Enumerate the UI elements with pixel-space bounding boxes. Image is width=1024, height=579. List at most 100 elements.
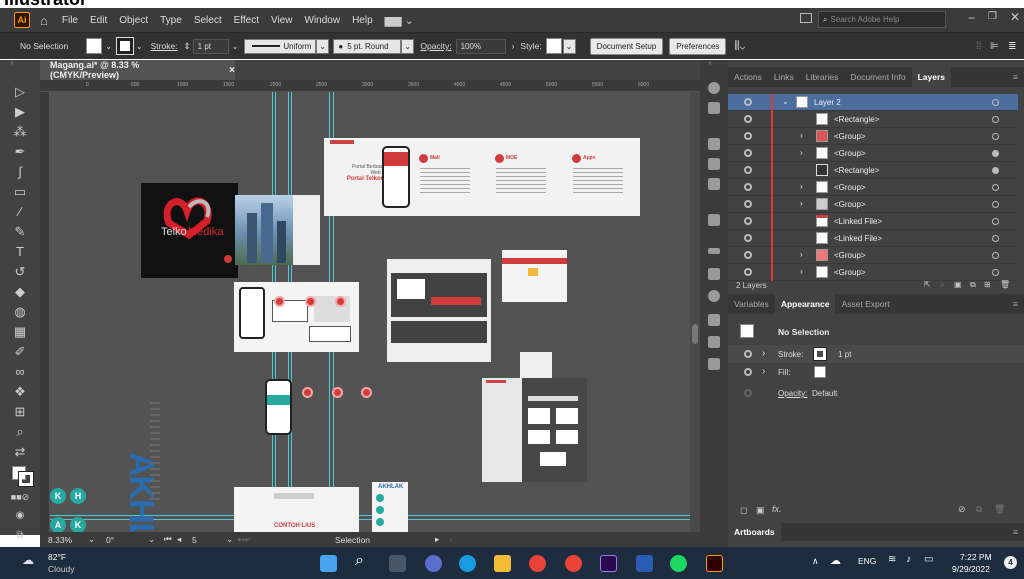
volume-icon[interactable]: ♪ (906, 554, 911, 565)
horizontal-ruler[interactable]: 0 500 1000 1500 2000 2500 3000 3500 4000… (40, 80, 700, 92)
menu-help[interactable]: Help (352, 15, 373, 26)
visibility-eye-icon[interactable] (744, 368, 752, 376)
opacity-label[interactable]: Opacity: (420, 41, 451, 51)
target-circle-icon[interactable] (992, 167, 999, 174)
tab-artboards[interactable]: Artboards (728, 523, 781, 541)
color-guide-icon[interactable] (708, 82, 720, 94)
target-circle-icon[interactable] (992, 150, 999, 157)
add-stroke-icon[interactable]: ◻ (740, 505, 747, 516)
visibility-eye-icon[interactable] (744, 389, 752, 397)
stroke-color-swatch[interactable] (813, 347, 827, 361)
teams-icon[interactable] (425, 555, 442, 572)
symbol-sprayer-tool-icon[interactable]: ❖ (10, 384, 30, 400)
selection-tool-icon[interactable]: ▷ (10, 84, 30, 100)
target-circle-icon[interactable] (992, 116, 999, 123)
transparency-icon[interactable] (708, 290, 720, 302)
layer-name[interactable]: Layer 2 (814, 98, 841, 107)
transform-icon[interactable]: ⁞⁞ (976, 41, 982, 52)
menu-select[interactable]: Select (194, 15, 222, 26)
tab-layers[interactable]: Layers (911, 67, 952, 87)
visibility-eye-icon[interactable] (744, 234, 752, 242)
expand-chevron-icon[interactable]: › (800, 199, 803, 208)
swap-colors-icon[interactable]: ⇄ (10, 444, 30, 460)
first-artboard-icon[interactable]: ⏮ (164, 534, 172, 545)
portal-telkom-slide[interactable]: Portal Berbasis Web di Portal Telkom Mall… (324, 138, 640, 216)
chevron-down-icon[interactable]: ⌄ (105, 42, 112, 51)
fill-color-swatch[interactable] (814, 366, 826, 378)
visibility-eye-icon[interactable] (744, 350, 752, 358)
marker-dot[interactable] (361, 387, 372, 398)
duplicate-item-icon[interactable]: ⧉ (976, 504, 982, 515)
word-icon[interactable] (636, 555, 653, 572)
temperature[interactable]: 82°F (48, 552, 66, 562)
variable-width-profile[interactable]: Uniform (244, 38, 317, 54)
opacity-appearance-row[interactable]: Opacity: Default (728, 384, 1024, 402)
layer-row[interactable]: › <Group> (728, 247, 1018, 264)
stroke-panel-icon[interactable] (708, 248, 720, 254)
illustrator-taskbar-icon[interactable] (706, 555, 723, 572)
brush-definition[interactable]: ● 5 pt. Round (333, 38, 402, 54)
previous-artboard-icon[interactable]: ◂ (177, 534, 181, 545)
rectangle-tool-icon[interactable]: ▭ (10, 184, 30, 200)
properties-icon[interactable] (708, 214, 720, 226)
search-icon[interactable]: ⌕ (355, 552, 364, 570)
gradient-icon[interactable] (708, 268, 720, 280)
pathfinder-icon[interactable] (708, 336, 720, 348)
swatches-icon[interactable] (708, 102, 720, 114)
home-icon[interactable]: ⌂ (40, 13, 48, 28)
align-icon[interactable]: ⫼⌄ (734, 40, 745, 53)
layer-row[interactable]: › <Group> (728, 179, 1018, 196)
delete-item-icon[interactable]: 🗑 (994, 504, 1005, 515)
type-tool-icon[interactable]: T (10, 244, 30, 259)
target-circle-icon[interactable] (992, 235, 999, 242)
expand-dock-icon[interactable]: « (708, 60, 712, 67)
menu-type[interactable]: Type (160, 15, 182, 26)
chevron-down-icon[interactable]: ⌄ (136, 42, 143, 51)
eyedropper-tool-icon[interactable]: ✐ (10, 344, 30, 360)
fill-swatch[interactable] (86, 38, 103, 54)
marker-dot[interactable] (302, 387, 313, 398)
artboard-number[interactable]: 5 (192, 535, 197, 545)
phone-features-slide[interactable] (234, 282, 359, 352)
locate-object-icon[interactable]: ⌕ (940, 280, 944, 290)
chevron-down-icon[interactable]: ⌄ (148, 534, 155, 545)
fill-appearance-label[interactable]: Fill: (778, 368, 790, 377)
panel-menu-icon[interactable]: ≡ (1013, 72, 1018, 82)
input-language[interactable]: ENG (858, 556, 876, 566)
restore-icon[interactable]: ❐ (988, 11, 997, 22)
workspace-switcher-icon[interactable]: ▆▆ ⌄ (385, 14, 414, 27)
visibility-eye-icon[interactable] (744, 166, 752, 174)
task-view-icon[interactable] (389, 555, 406, 572)
marker-dot[interactable] (305, 296, 316, 307)
screen-mode-icon[interactable]: ⧉ (10, 530, 30, 541)
layer-row[interactable]: › <Group> (728, 145, 1018, 162)
shaper-tool-icon[interactable]: ✎ (10, 224, 30, 240)
eraser-tool-icon[interactable]: ◆ (10, 284, 30, 300)
visibility-eye-icon[interactable] (744, 149, 752, 157)
menu-file[interactable]: File (62, 15, 78, 26)
target-circle-icon[interactable] (992, 133, 999, 140)
dark-info-slide[interactable] (387, 259, 491, 362)
graphic-styles-icon[interactable] (708, 178, 720, 190)
zoom-tool-icon[interactable]: ⌕ (10, 424, 30, 440)
layer-name[interactable]: <Rectangle> (834, 166, 879, 175)
warp-tool-icon[interactable]: ◍ (10, 304, 30, 320)
visibility-eye-icon[interactable] (744, 217, 752, 225)
layer-row[interactable]: <Rectangle> (728, 111, 1018, 128)
magic-wand-tool-icon[interactable]: ⁂ (10, 124, 30, 140)
expand-chevron-icon[interactable]: › (800, 148, 803, 157)
new-layer-icon[interactable]: ⊞ (984, 280, 991, 289)
curvature-tool-icon[interactable]: ∫ (10, 164, 30, 179)
tab-variables[interactable]: Variables (728, 294, 775, 314)
panel-menu-icon[interactable]: ≣ (1008, 41, 1016, 52)
color-mode-icon[interactable]: ■■⊘ (10, 492, 30, 503)
onedrive-cloud-icon[interactable]: ☁ (830, 554, 841, 567)
file-explorer-icon[interactable] (494, 555, 511, 572)
layer-row[interactable]: <Rectangle> (728, 162, 1018, 179)
layer-name[interactable]: <Rectangle> (834, 115, 879, 124)
clock-time[interactable]: 7:22 PM (960, 552, 992, 562)
visibility-eye-icon[interactable] (744, 251, 752, 259)
visibility-eye-icon[interactable] (744, 98, 752, 106)
target-circle-icon[interactable] (992, 99, 999, 106)
expand-chevron-icon[interactable]: › (762, 366, 765, 377)
